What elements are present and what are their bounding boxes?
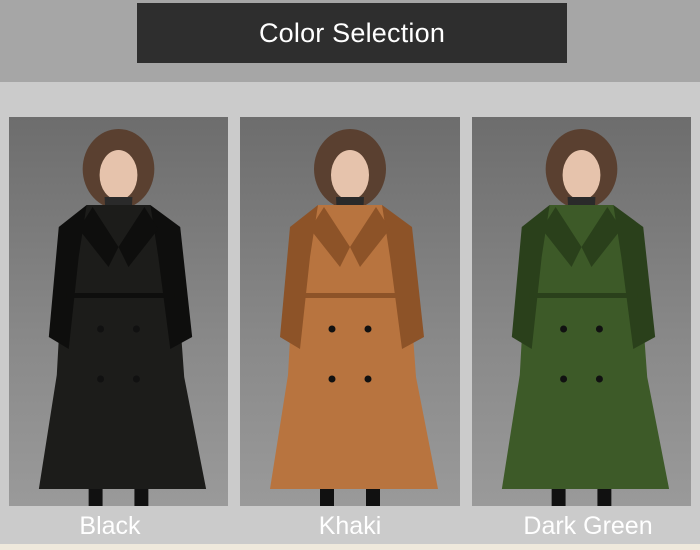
model-illustration (270, 129, 438, 506)
model-illustration (38, 129, 207, 506)
coat-button (595, 375, 603, 383)
page-title: Color Selection (137, 3, 567, 63)
face (331, 150, 369, 200)
coat-belt (529, 293, 638, 298)
bottom-strip (0, 544, 700, 550)
coat-button (97, 375, 105, 383)
coat-button (132, 325, 140, 333)
color-option-dark-green-image[interactable] (472, 117, 691, 506)
coat-button (97, 325, 105, 333)
coat-button (132, 375, 140, 383)
coat-button (595, 325, 603, 333)
color-option-black-image[interactable] (9, 117, 228, 506)
coat-button (364, 325, 372, 333)
color-selection-banner: Color Selection Black Khaki Dark Green (0, 0, 700, 550)
color-label-khaki: Khaki (318, 512, 382, 540)
leg-right (597, 489, 612, 506)
color-label-dark-green: Dark Green (523, 512, 653, 540)
coat-button (364, 375, 372, 383)
color-option-khaki-image[interactable] (240, 117, 460, 506)
coat-button (560, 325, 568, 333)
coat-belt (298, 293, 406, 298)
model-illustration (501, 129, 670, 506)
face (562, 150, 601, 200)
color-label-black: Black (79, 512, 141, 540)
coat-button (560, 375, 568, 383)
leg-right (134, 489, 149, 506)
coat-button (328, 325, 336, 333)
coat-button (328, 375, 336, 383)
leg-left (551, 489, 566, 506)
coat-belt (66, 293, 175, 298)
face (99, 150, 138, 200)
leg-right (366, 489, 380, 506)
leg-left (88, 489, 103, 506)
leg-left (320, 489, 334, 506)
